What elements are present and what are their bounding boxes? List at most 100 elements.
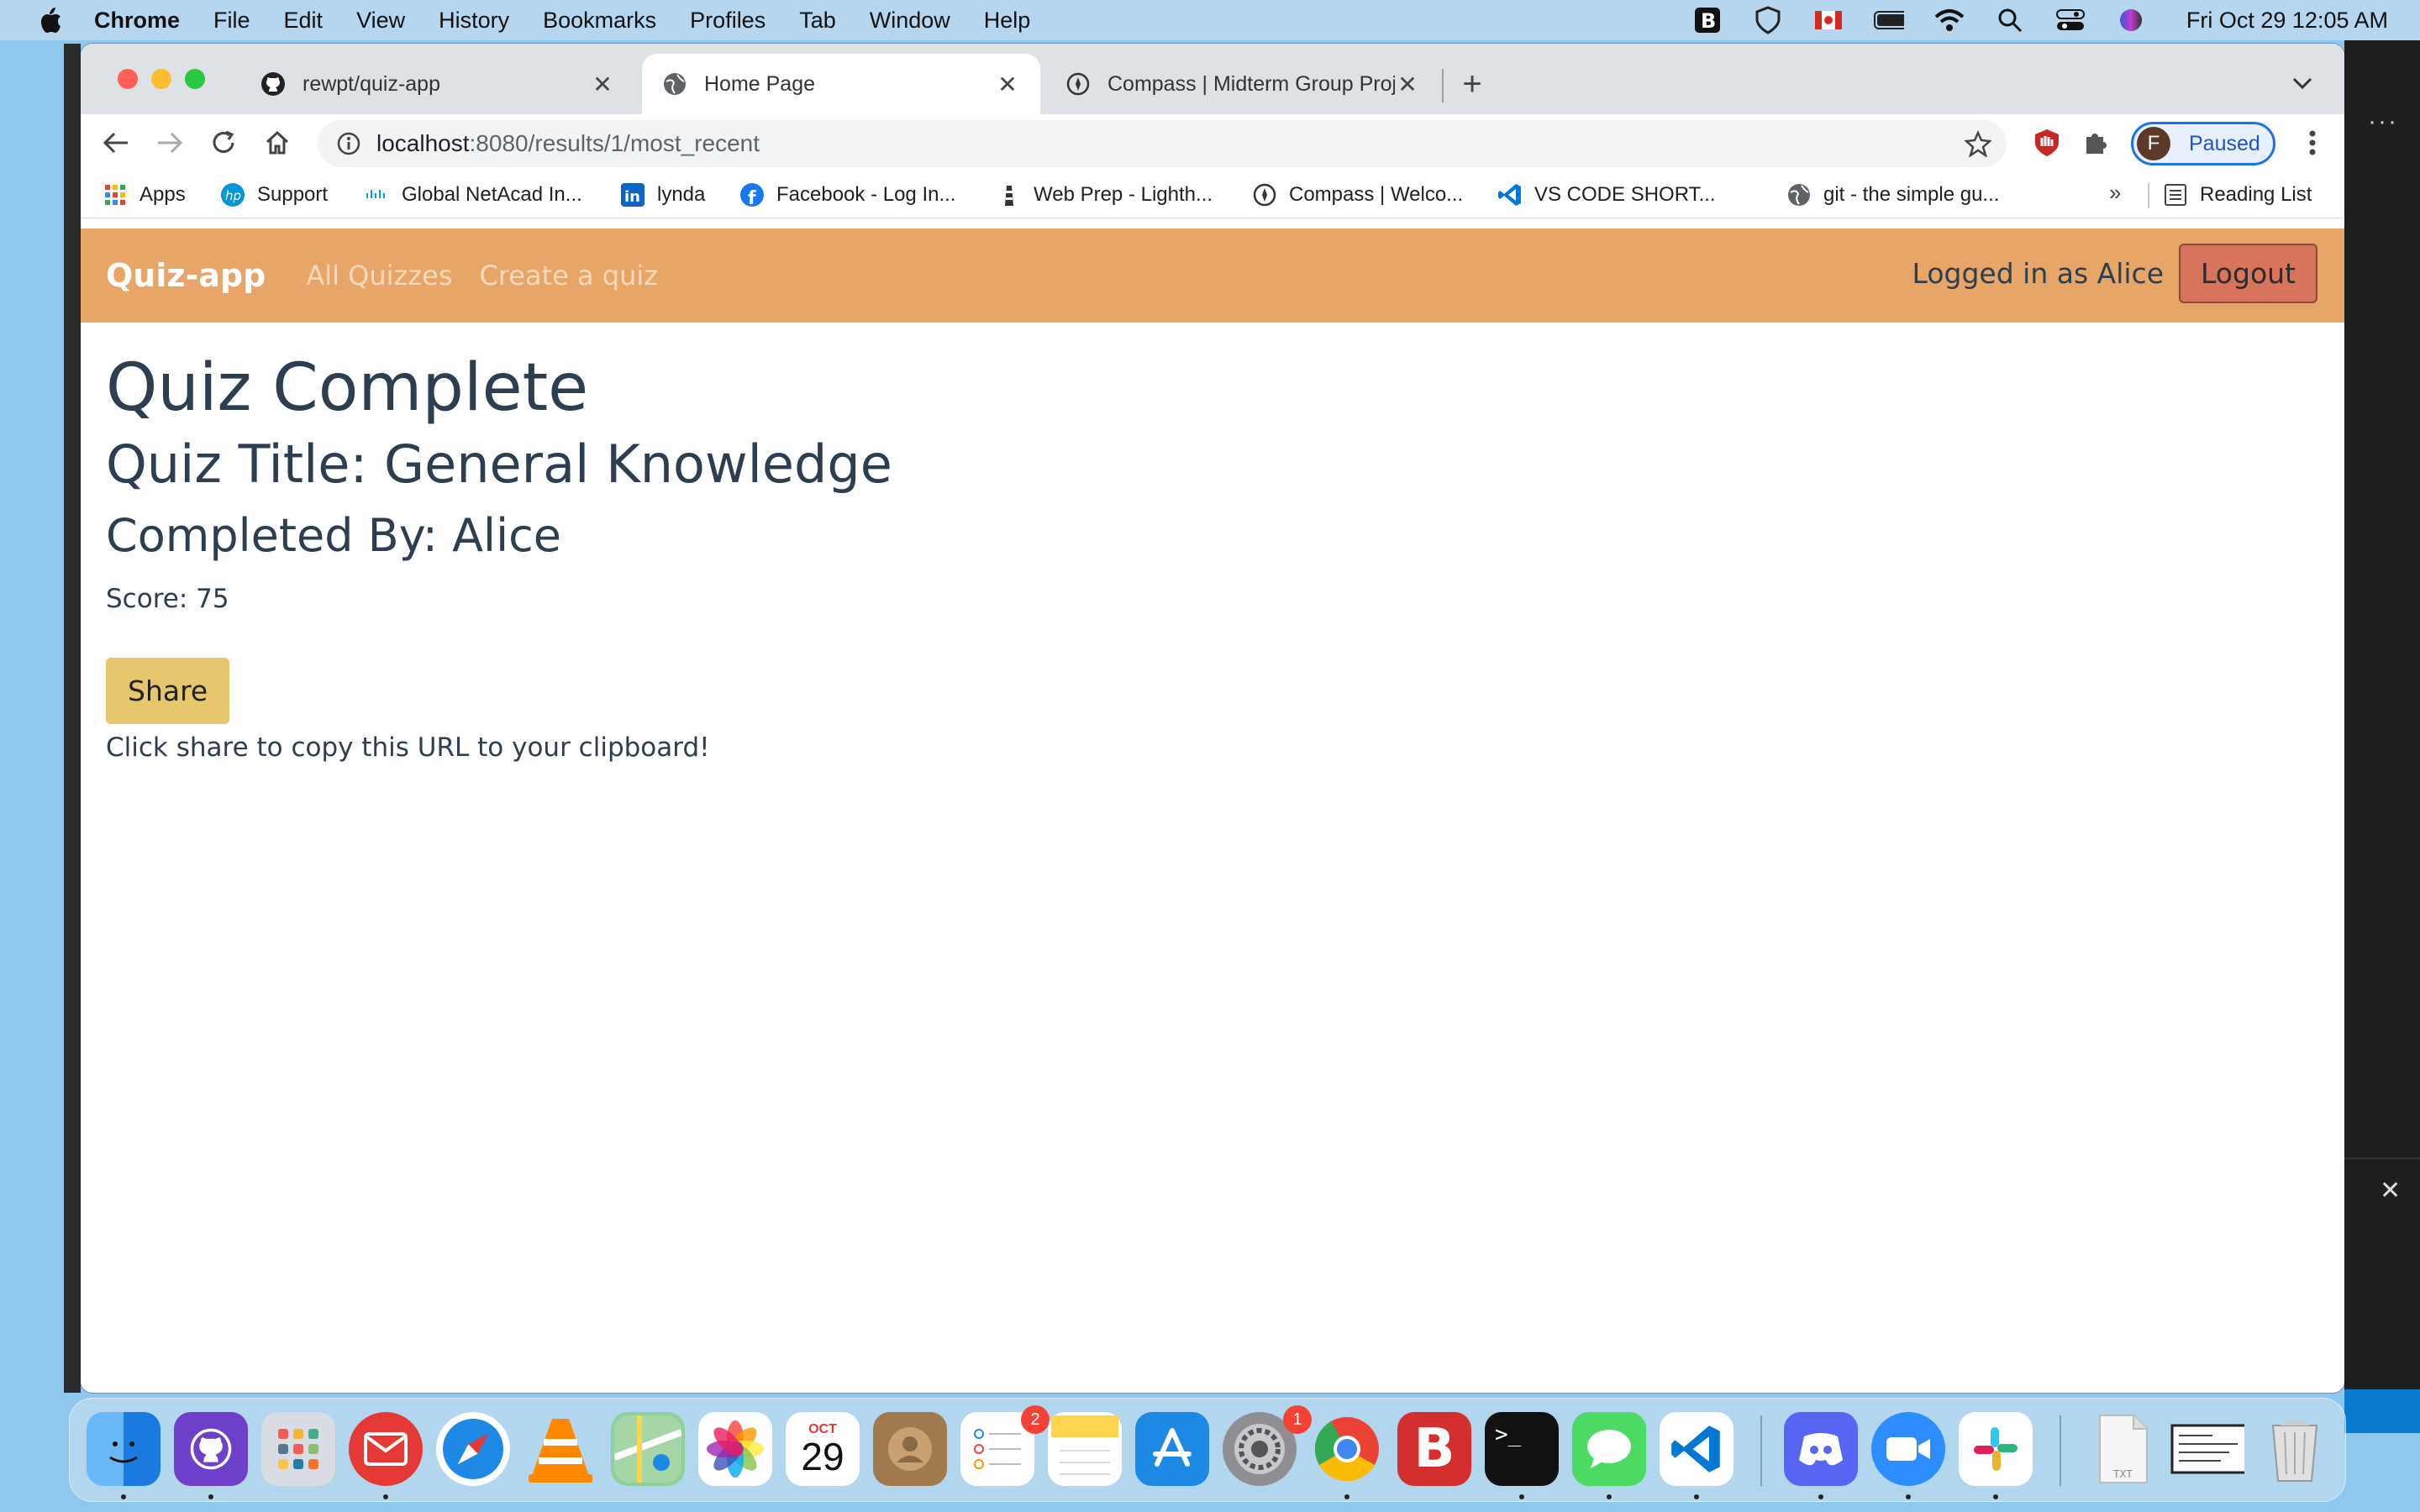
menu-view[interactable]: View	[356, 8, 405, 34]
brand-link[interactable]: Quiz-app	[106, 257, 266, 294]
bookmark-compass[interactable]: Compass | Welco...	[1252, 171, 1463, 218]
bookmark-apps[interactable]: Apps	[103, 171, 186, 218]
tab-search-chevron-icon[interactable]	[2287, 69, 2317, 99]
menu-app-name[interactable]: Chrome	[94, 8, 180, 34]
maps-icon[interactable]	[611, 1412, 685, 1486]
back-arrow-icon[interactable]	[97, 124, 134, 161]
chrome-window: rewpt/quiz-app ✕ Home Page ✕ Compass | M…	[81, 44, 2344, 1393]
close-tab-icon[interactable]: ✕	[995, 71, 1020, 97]
calendar-icon[interactable]: OCT 29	[786, 1412, 860, 1486]
bookmark-netacad[interactable]: Global NetAcad In...	[365, 171, 582, 218]
menu-file[interactable]: File	[213, 8, 250, 34]
tab-home-page[interactable]: Home Page ✕	[642, 54, 1040, 114]
notes-icon[interactable]	[1048, 1412, 1122, 1486]
bookmark-support[interactable]: hp Support	[220, 171, 328, 218]
shield-icon[interactable]	[1753, 5, 1783, 35]
nav-all-quizzes-link[interactable]: All Quizzes	[306, 260, 452, 291]
terminal-icon[interactable]: >_	[1485, 1412, 1559, 1486]
menu-edit[interactable]: Edit	[284, 8, 324, 34]
tab-compass[interactable]: Compass | Midterm Group Proj ✕	[1045, 54, 1440, 114]
canada-flag-icon[interactable]	[1813, 5, 1844, 35]
zoom-icon[interactable]	[1871, 1412, 1945, 1486]
tab-github[interactable]: rewpt/quiz-app ✕	[240, 54, 635, 114]
extensions-puzzle-icon[interactable]	[2077, 124, 2114, 161]
bitdefender-icon[interactable]: B	[1692, 5, 1723, 35]
vscode-icon	[1497, 182, 1523, 207]
reading-list-label: Reading List	[2200, 183, 2312, 206]
minimize-window-button[interactable]	[151, 69, 171, 89]
running-indicator	[121, 1494, 126, 1499]
airmail-icon[interactable]	[349, 1412, 423, 1486]
info-icon[interactable]	[336, 131, 361, 156]
background-window-edge	[64, 44, 81, 1393]
close-tab-icon[interactable]: ✕	[590, 71, 615, 97]
screenshot-thumbnail-icon[interactable]	[2170, 1412, 2244, 1486]
slack-icon[interactable]	[1959, 1412, 2033, 1486]
control-center-icon[interactable]	[2055, 5, 2086, 35]
discord-icon[interactable]	[1784, 1412, 1858, 1486]
share-button[interactable]: Share	[106, 657, 230, 724]
bookmark-git-guide[interactable]: git - the simple gu...	[1786, 171, 1999, 218]
contacts-icon[interactable]	[873, 1412, 947, 1486]
fullscreen-window-button[interactable]	[185, 69, 205, 89]
spotlight-search-icon[interactable]	[1995, 5, 2025, 35]
menu-tab[interactable]: Tab	[799, 8, 836, 34]
close-window-button[interactable]	[118, 69, 138, 89]
divider	[2148, 183, 2149, 208]
logout-button[interactable]: Logout	[2179, 244, 2317, 303]
more-vertical-icon[interactable]	[2297, 124, 2328, 161]
reload-icon[interactable]	[205, 124, 242, 161]
menu-window[interactable]: Window	[870, 8, 950, 34]
bookmark-star-icon[interactable]	[1963, 129, 1993, 159]
close-icon[interactable]: ✕	[2380, 1176, 2401, 1205]
reading-list-button[interactable]: Reading List	[2163, 171, 2312, 218]
menu-bookmarks[interactable]: Bookmarks	[543, 8, 656, 34]
more-icon[interactable]: ···	[2368, 108, 2398, 136]
url-host: localhost	[376, 130, 470, 156]
close-tab-icon[interactable]: ✕	[1395, 71, 1420, 97]
bookmark-vscode[interactable]: VS CODE SHORT...	[1497, 171, 1716, 218]
profile-button[interactable]: F Paused	[2131, 122, 2275, 165]
battery-icon[interactable]	[1873, 5, 1904, 35]
background-editor-window: ··· ✕	[2344, 40, 2420, 1433]
editor-status-bar	[2344, 1389, 2420, 1433]
menubar-clock[interactable]: Fri Oct 29 12:05 AM	[2186, 8, 2388, 34]
wifi-icon[interactable]	[1934, 5, 1965, 35]
bookmark-lynda[interactable]: in lynda	[620, 171, 705, 218]
completed-by: Completed By: Alice	[106, 509, 561, 563]
app-store-icon[interactable]	[1135, 1412, 1209, 1486]
bookmark-label: Global NetAcad In...	[402, 183, 582, 206]
nav-create-quiz-link[interactable]: Create a quiz	[479, 260, 658, 291]
chrome-icon[interactable]	[1310, 1412, 1384, 1486]
siri-icon[interactable]	[2116, 5, 2146, 35]
running-indicator	[1818, 1494, 1823, 1499]
github-icon	[260, 71, 286, 97]
new-tab-button[interactable]: +	[1454, 66, 1491, 102]
github-desktop-icon[interactable]	[174, 1412, 248, 1486]
vlc-icon[interactable]	[523, 1412, 597, 1486]
ublock-extension-icon[interactable]	[2028, 124, 2065, 161]
messages-icon[interactable]	[1572, 1412, 1646, 1486]
finder-icon[interactable]	[87, 1412, 160, 1486]
address-bar[interactable]: localhost:8080/results/1/most_recent	[318, 120, 2007, 167]
menu-help[interactable]: Help	[984, 8, 1031, 34]
globe-icon	[1786, 182, 1812, 207]
photos-icon[interactable]	[698, 1412, 772, 1486]
menu-history[interactable]: History	[439, 8, 509, 34]
more-bookmarks-chevron[interactable]: »	[2109, 180, 2121, 206]
txt-document-icon[interactable]: TXT	[2086, 1412, 2160, 1486]
bookmark-web-prep[interactable]: Web Prep - Lighth...	[997, 171, 1213, 218]
forward-arrow-icon[interactable]	[151, 124, 188, 161]
vscode-app-icon[interactable]	[1660, 1412, 1733, 1486]
safari-icon[interactable]	[436, 1412, 510, 1486]
launchpad-icon[interactable]	[261, 1412, 335, 1486]
bitdefender-app-icon[interactable]: B	[1397, 1412, 1471, 1486]
cisco-icon	[365, 182, 390, 207]
apple-icon[interactable]	[35, 5, 66, 35]
bookmark-label: Apps	[139, 183, 186, 206]
menu-profiles[interactable]: Profiles	[690, 8, 765, 34]
home-icon[interactable]	[259, 124, 296, 161]
trash-icon[interactable]	[2258, 1412, 2332, 1486]
bookmark-facebook[interactable]: f Facebook - Log In...	[739, 171, 955, 218]
web-page: Quiz-app All Quizzes Create a quiz Logge…	[81, 228, 2344, 1393]
